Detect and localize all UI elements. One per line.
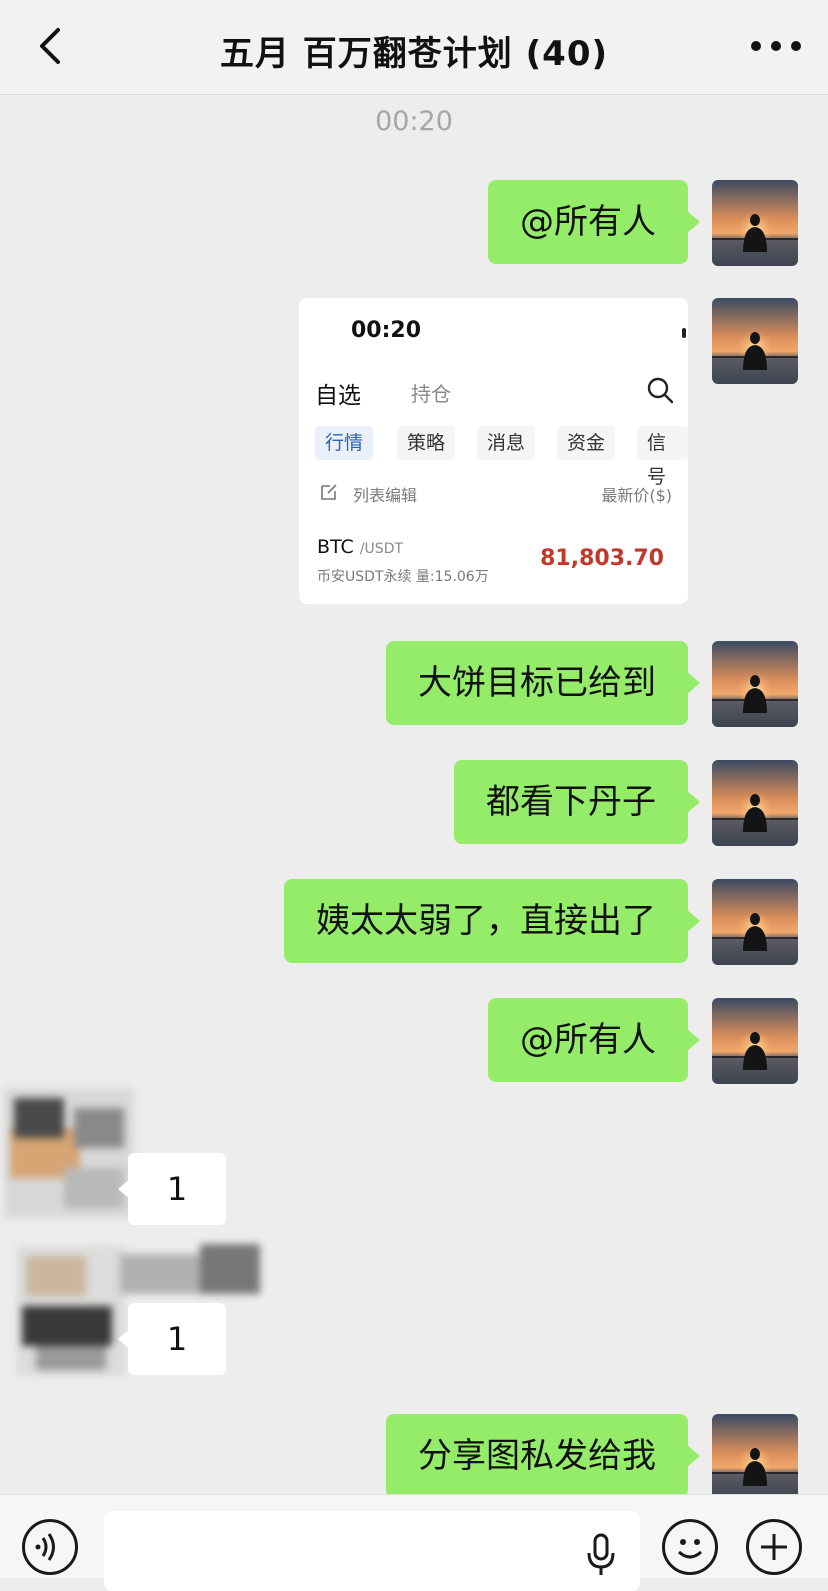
outgoing-message[interactable]: @所有人 (488, 180, 700, 264)
chat-header: 五月 百万翻苍计划 (40) (0, 0, 828, 95)
avatar-blurred[interactable] (4, 1088, 134, 1218)
plus-icon[interactable] (746, 1519, 802, 1575)
outgoing-message[interactable]: 分享图私发给我 (386, 1414, 700, 1498)
avatar[interactable] (712, 760, 798, 846)
symbol-row: BTC /USDT (317, 536, 403, 558)
voice-icon[interactable] (22, 1519, 78, 1575)
avatar[interactable] (712, 879, 798, 965)
chip-news: 消息 (477, 426, 536, 460)
symbol-price: 81,803.70 (540, 546, 664, 571)
more-icon[interactable] (748, 30, 804, 62)
latest-price-header: 最新价($) (601, 486, 672, 505)
outgoing-message[interactable]: @所有人 (488, 998, 700, 1082)
emoji-icon[interactable] (662, 1519, 718, 1575)
chip-funds: 资金 (557, 426, 616, 460)
tab-positions: 持仓 (411, 382, 451, 406)
avatar[interactable] (712, 180, 798, 266)
search-icon (647, 377, 674, 404)
mic-icon[interactable] (586, 1533, 616, 1577)
symbol-pair: /USDT (359, 541, 404, 557)
list-edit-label: 列表编辑 (353, 486, 418, 505)
input-bar (0, 1494, 828, 1591)
avatar[interactable] (712, 298, 798, 384)
message-input[interactable] (104, 1511, 640, 1591)
chip-signal: 信号 (637, 426, 688, 488)
avatar[interactable] (712, 998, 798, 1084)
symbol: BTC (317, 536, 354, 558)
chat-title: 五月 百万翻苍计划 (40) (219, 34, 609, 74)
incoming-message[interactable]: 1 (118, 1153, 226, 1225)
avatar-blurred[interactable] (16, 1246, 126, 1376)
image-status-time: 00:20 (351, 318, 422, 343)
outgoing-message[interactable]: 都看下丹子 (454, 760, 700, 844)
shared-image[interactable]: 00:20 自选 持仓 行情 策略 消息 资金 信号 列表编辑 最新价($) B… (299, 298, 688, 604)
avatar[interactable] (712, 1414, 798, 1500)
name-blurred (120, 1244, 260, 1304)
chip-market: 行情 (315, 426, 374, 460)
symbol-subtitle: 币安USDT永续 量:15.06万 (317, 569, 489, 585)
status-signal-icon (682, 328, 686, 338)
edit-icon (321, 484, 337, 500)
chip-strategy: 策略 (397, 426, 456, 460)
incoming-message[interactable]: 1 (118, 1303, 226, 1375)
outgoing-message[interactable]: 大饼目标已给到 (386, 641, 700, 725)
avatar[interactable] (712, 641, 798, 727)
tab-watchlist: 自选 (315, 383, 361, 409)
message-timestamp: 00:20 (375, 106, 453, 137)
outgoing-message[interactable]: 姨太太弱了，直接出了 (284, 879, 700, 963)
